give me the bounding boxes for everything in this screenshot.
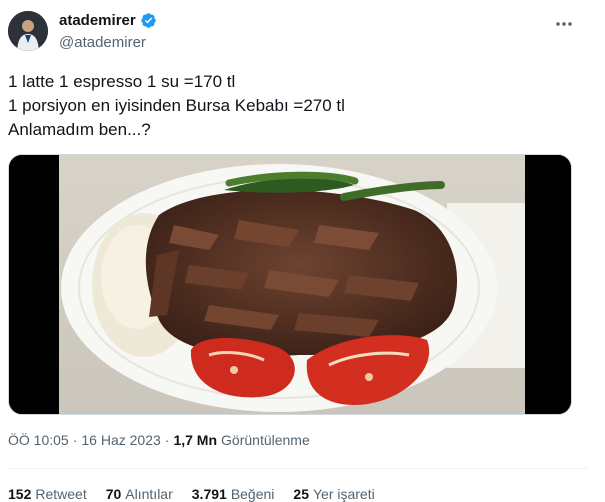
views-count: 1,7 Mn xyxy=(173,432,218,448)
author-display-name[interactable]: atademirer xyxy=(59,12,136,29)
tweet-time[interactable]: ÖÖ 10:05 xyxy=(8,432,69,448)
tweet-meta: ÖÖ 10:05 · 16 Haz 2023 · 1,7 Mn Görüntül… xyxy=(8,432,310,448)
author-handle[interactable]: @atademirer xyxy=(59,34,146,51)
meta-separator: · xyxy=(164,432,170,448)
tweet-date[interactable]: 16 Haz 2023 xyxy=(81,432,160,448)
divider xyxy=(8,468,589,469)
tweet-line: 1 porsiyon en iyisinden Bursa Kebabı =27… xyxy=(8,96,345,115)
more-options-icon[interactable] xyxy=(550,10,578,38)
avatar[interactable] xyxy=(8,11,48,51)
tweet-line: Anlamadım ben...? xyxy=(8,120,151,139)
tweet-line: 1 latte 1 espresso 1 su =170 tl xyxy=(8,72,236,91)
kebab-plate-photo xyxy=(9,155,571,414)
views-label: Görüntülenme xyxy=(221,432,310,448)
tweet-media-image[interactable] xyxy=(8,154,572,415)
meta-separator: · xyxy=(72,432,78,448)
verified-badge-icon[interactable] xyxy=(140,12,157,29)
avatar-image xyxy=(8,11,48,51)
tweet-text: 1 latte 1 espresso 1 su =170 tl 1 porsiy… xyxy=(8,70,345,142)
